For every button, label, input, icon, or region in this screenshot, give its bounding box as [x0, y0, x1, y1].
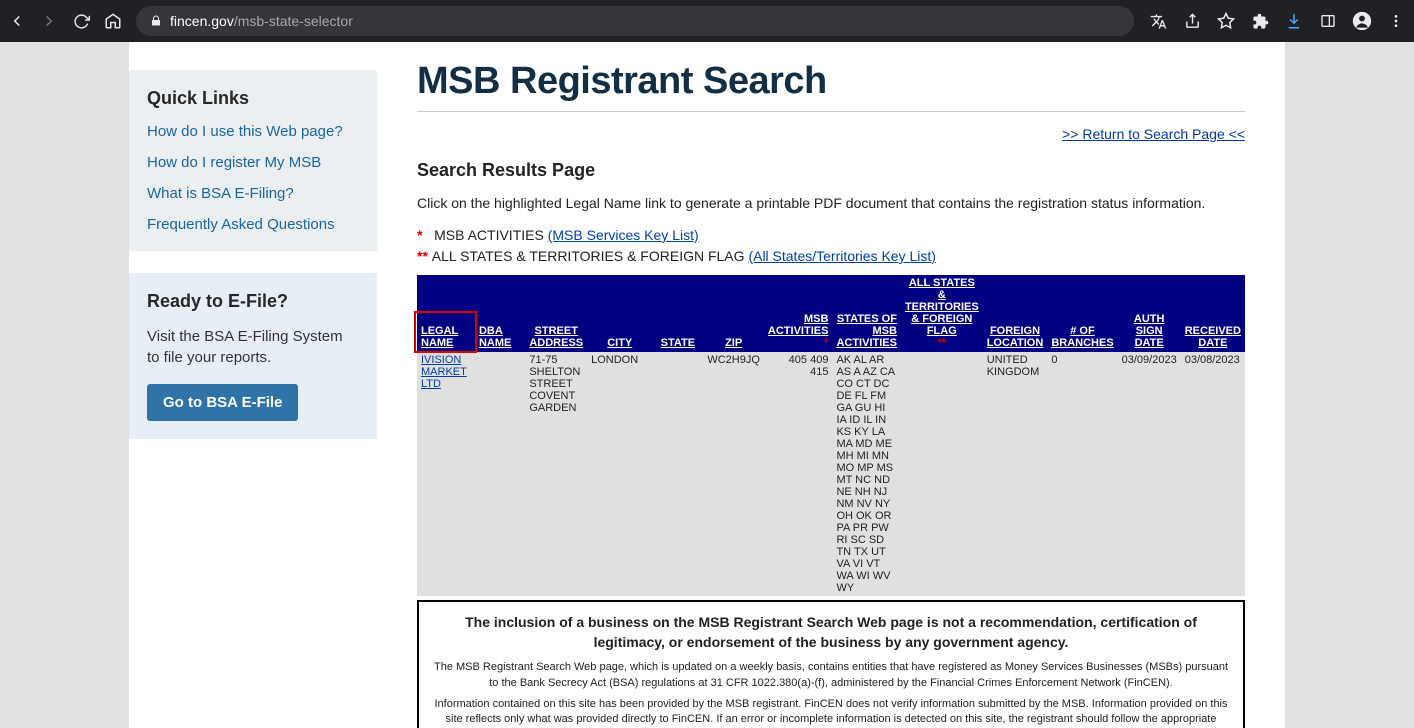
cell-foreign: UNITED KINGDOM: [983, 352, 1048, 596]
efile-title: Ready to E-File?: [147, 291, 359, 312]
col-zip[interactable]: ZIP: [725, 337, 742, 349]
col-recv-date[interactable]: RECEIVED DATE: [1185, 325, 1241, 349]
quick-links-title: Quick Links: [147, 88, 359, 109]
col-states-act[interactable]: STATES OF MSB ACTIVITIES: [836, 313, 897, 349]
legend1-label: MSB ACTIVITIES: [434, 227, 548, 243]
return-link[interactable]: >> Return to Search Page <<: [1062, 126, 1245, 142]
home-icon[interactable]: [104, 12, 122, 30]
cell-auth-date: 03/09/2023: [1118, 352, 1181, 596]
reload-icon[interactable]: [72, 12, 90, 30]
star-icon[interactable]: [1216, 11, 1236, 31]
panel-icon[interactable]: [1318, 11, 1338, 31]
extensions-icon[interactable]: [1250, 11, 1270, 31]
disclaimer-lead: The inclusion of a business on the MSB R…: [433, 612, 1229, 653]
divider: [417, 111, 1245, 112]
quick-link-bsa[interactable]: What is BSA E-Filing?: [147, 185, 359, 202]
legal-name-link[interactable]: IVISION MARKET LTD: [421, 354, 467, 390]
quick-link-register[interactable]: How do I register My MSB: [147, 154, 359, 171]
disclaimer-box: The inclusion of a business on the MSB R…: [417, 600, 1245, 728]
cell-street: 71-75 SHELTON STREET COVENT GARDEN: [525, 352, 587, 596]
back-icon[interactable]: [8, 12, 26, 30]
legend: * MSB ACTIVITIES (MSB Services Key List)…: [417, 225, 1245, 267]
url-bar[interactable]: fincen.gov/msb-state-selector: [136, 6, 1134, 36]
page-viewport[interactable]: Quick Links How do I use this Web page? …: [0, 42, 1414, 728]
col-state[interactable]: STATE: [661, 337, 695, 349]
table-row: IVISION MARKET LTD 71-75 SHELTON STREET …: [417, 352, 1245, 596]
col-auth-date[interactable]: AUTH SIGN DATE: [1122, 313, 1177, 349]
results-heading: Search Results Page: [417, 160, 1245, 181]
page-title: MSB Registrant Search: [417, 60, 1245, 103]
col-street[interactable]: STREET ADDRESS: [529, 325, 583, 349]
disclaimer-p2: Information contained on this site has b…: [433, 697, 1229, 728]
forward-icon[interactable]: [40, 12, 58, 30]
states-key-link[interactable]: (All States/Territories Key List): [748, 248, 936, 264]
nav-button-group: [8, 12, 122, 30]
share-icon[interactable]: [1182, 11, 1202, 31]
url-text: fincen.gov/msb-state-selector: [170, 13, 353, 29]
toolbar-right: [1148, 11, 1406, 31]
cell-branches: 0: [1047, 352, 1117, 596]
col-city[interactable]: CITY: [607, 337, 632, 349]
results-table: LEGAL NAME DBA NAME STREET ADDRESS CITY …: [417, 275, 1245, 596]
main: MSB Registrant Search >> Return to Searc…: [377, 42, 1285, 728]
quick-link-faq[interactable]: Frequently Asked Questions: [147, 216, 359, 233]
legend2-label: ALL STATES & TERRITORIES & FOREIGN FLAG: [432, 248, 749, 264]
cell-all-states: [901, 352, 983, 596]
col-all-states[interactable]: ALL STATES & TERRITORIES & FOREIGN FLAG: [905, 277, 979, 337]
efile-button[interactable]: Go to BSA E-File: [147, 384, 298, 421]
cell-dba: [475, 352, 525, 596]
lock-icon: [150, 15, 162, 27]
cell-state: [652, 352, 703, 596]
disclaimer-p1: The MSB Registrant Search Web page, whic…: [433, 660, 1229, 691]
cell-zip: WC2H9JQ: [703, 352, 764, 596]
sidebar: Quick Links How do I use this Web page? …: [129, 42, 377, 728]
quick-links-card: Quick Links How do I use this Web page? …: [129, 70, 377, 251]
cell-states-act: AK AL AR AS A AZ CA CO CT DC DE FL FM GA…: [832, 352, 901, 596]
msb-services-key-link[interactable]: (MSB Services Key List): [548, 227, 699, 243]
cell-city: LONDON: [587, 352, 652, 596]
profile-icon[interactable]: [1352, 11, 1372, 31]
efile-desc: Visit the BSA E-Filing System to file yo…: [147, 326, 359, 368]
translate-icon[interactable]: [1148, 11, 1168, 31]
col-msb-act[interactable]: MSB ACTIVITIES: [768, 313, 829, 337]
cell-msb-act: 405 409 415: [764, 352, 833, 596]
efile-card: Ready to E-File? Visit the BSA E-Filing …: [129, 273, 377, 439]
download-icon[interactable]: [1284, 11, 1304, 31]
col-branches[interactable]: # OF BRANCHES: [1051, 325, 1113, 349]
cell-recv-date: 03/08/2023: [1181, 352, 1245, 596]
page-content: Quick Links How do I use this Web page? …: [129, 42, 1285, 728]
menu-icon[interactable]: [1386, 11, 1406, 31]
col-foreign[interactable]: FOREIGN LOCATION: [987, 325, 1044, 349]
col-legal-name[interactable]: LEGAL NAME: [421, 325, 471, 349]
table-header-row: LEGAL NAME DBA NAME STREET ADDRESS CITY …: [417, 275, 1245, 352]
col-dba-name[interactable]: DBA NAME: [479, 325, 521, 349]
quick-link-how-use[interactable]: How do I use this Web page?: [147, 123, 359, 140]
browser-chrome: fincen.gov/msb-state-selector: [0, 0, 1414, 42]
results-desc: Click on the highlighted Legal Name link…: [417, 195, 1245, 211]
